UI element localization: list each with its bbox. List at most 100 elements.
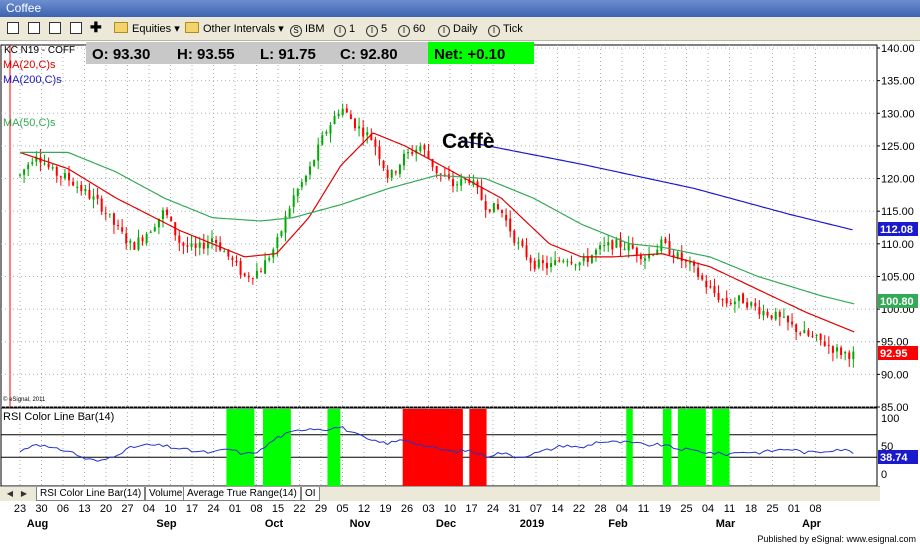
candle-body — [713, 286, 716, 294]
rsi-axis-label: 100 — [881, 413, 899, 425]
ma200-price-tag-text: 112.08 — [880, 224, 913, 236]
price-chart[interactable]: 140.00 135.00 130.00 125.00 120.00 115.00 110.… — [0, 41, 920, 486]
candle-body — [76, 186, 79, 188]
candle-body — [145, 234, 148, 244]
candle-body — [190, 243, 193, 247]
candle-body — [321, 135, 324, 145]
candle-body — [247, 275, 250, 278]
candle-body — [513, 230, 516, 243]
tab-last-icon[interactable]: ▶ — [18, 487, 30, 500]
candle-body — [88, 189, 91, 199]
month-label: Sep — [156, 518, 176, 530]
copy-icon[interactable] — [70, 22, 82, 34]
close-value: C: 92.80 — [340, 46, 398, 63]
month-label: Feb — [608, 518, 628, 530]
price-axis-label: 90.00 — [881, 369, 909, 381]
symbol-ibm-label: IBM — [305, 23, 325, 35]
interval-1-button[interactable]: I1 — [334, 21, 355, 37]
plus-icon[interactable]: ✚ — [90, 19, 102, 35]
candle-body — [599, 245, 602, 250]
other-intervals-menu[interactable]: Other Intervals ▾ — [185, 21, 284, 37]
candle-body — [660, 239, 663, 251]
day-tick-label: 17 — [186, 503, 198, 515]
price-candle — [170, 216, 173, 222]
candle-body — [746, 302, 749, 308]
tab-volume[interactable]: Volume — [145, 487, 187, 501]
candle-body — [541, 260, 544, 264]
tick-button[interactable]: I Tick — [488, 21, 523, 37]
candle-body — [125, 233, 128, 244]
grid-icon[interactable] — [28, 22, 40, 34]
daily-label: Daily — [453, 23, 478, 35]
symbol-ibm-button[interactable]: S IBM — [290, 21, 325, 37]
candle-body — [607, 242, 610, 246]
last-price-tag-text: 92.95 — [880, 348, 908, 360]
candle-body — [570, 261, 573, 264]
day-tick-label: 22 — [293, 503, 305, 515]
candle-body — [398, 164, 401, 175]
day-tick-label: 30 — [35, 503, 47, 515]
candle-body — [844, 351, 847, 354]
tab-oi[interactable]: OI — [301, 487, 320, 501]
candle-body — [264, 260, 267, 274]
candle-body — [770, 315, 773, 319]
candle-body — [170, 216, 173, 221]
month-label: 2019 — [520, 518, 544, 530]
price-candle — [492, 202, 495, 213]
candle-body — [300, 182, 303, 188]
candle-body — [92, 196, 95, 200]
candle-body — [149, 231, 152, 233]
interval-5-button[interactable]: I5 — [366, 21, 387, 37]
candle-body — [117, 225, 120, 227]
day-tick-label: 03 — [422, 503, 434, 515]
day-tick-label: 05 — [336, 503, 348, 515]
tab-first-icon[interactable]: ◀ — [4, 487, 16, 500]
candle-body — [566, 261, 569, 263]
rsi-title: RSI Color Line Bar(14) — [3, 411, 114, 423]
candle-body — [202, 242, 205, 249]
candle-body — [590, 255, 593, 263]
candle-body — [309, 166, 312, 175]
day-tick-label: 17 — [465, 503, 477, 515]
candle-body — [72, 181, 75, 186]
candle-body — [815, 334, 818, 336]
day-tick-label: 12 — [358, 503, 370, 515]
folder-icon — [185, 22, 199, 33]
interval-60-button[interactable]: I 60 — [398, 21, 425, 37]
candle-body — [402, 153, 405, 166]
candle-body — [194, 243, 197, 248]
day-tick-label: 14 — [551, 503, 563, 515]
candle-body — [456, 184, 459, 186]
candle-body — [766, 311, 769, 316]
day-tick-label: 11 — [724, 503, 735, 515]
interval-1-label: 1 — [349, 23, 356, 35]
tab-rsi[interactable]: RSI Color Line Bar(14) — [36, 487, 146, 501]
equities-menu[interactable]: Equities ▾ — [114, 21, 180, 37]
candle-body — [288, 208, 291, 218]
rsi-oversold-zone — [712, 409, 730, 486]
month-label: Apr — [802, 518, 822, 530]
candle-body — [243, 273, 246, 276]
candle-body — [852, 351, 855, 360]
day-tick-label: 27 — [121, 503, 133, 515]
candle-body — [778, 311, 781, 317]
candle-body — [488, 209, 491, 212]
day-tick-label: 25 — [766, 503, 778, 515]
day-tick-label: 28 — [594, 503, 606, 515]
day-tick-label: 20 — [100, 503, 112, 515]
price-candle — [742, 292, 745, 304]
candle-body — [509, 218, 512, 232]
candle-body — [750, 302, 753, 306]
candle-body — [554, 260, 557, 265]
page-icon[interactable] — [49, 22, 61, 34]
day-tick-label: 07 — [530, 503, 542, 515]
candle-body — [304, 175, 307, 182]
candle-body — [627, 243, 630, 251]
daily-button[interactable]: I Daily — [438, 21, 477, 37]
tab-average-true-range[interactable]: Average True Range(14) — [183, 487, 301, 501]
day-tick-label: 24 — [207, 503, 219, 515]
chart-icon[interactable] — [7, 22, 19, 34]
day-tick-label: 25 — [680, 503, 692, 515]
candle-body — [762, 310, 765, 316]
ma50-label: MA(50,C)s — [3, 117, 56, 129]
